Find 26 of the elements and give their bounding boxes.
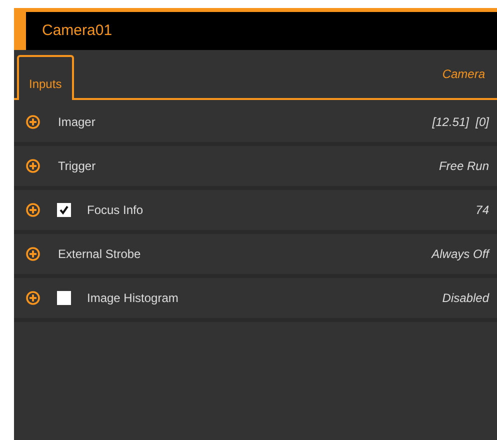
property-value: [12.51] [0] <box>432 114 489 131</box>
property-row[interactable]: Trigger Free Run <box>14 146 497 190</box>
property-row[interactable]: Focus Info 74 <box>14 190 497 234</box>
section-label: Camera <box>442 66 485 83</box>
expand-icon[interactable] <box>26 159 40 173</box>
property-row[interactable]: Image Histogram Disabled <box>14 278 497 322</box>
expand-icon[interactable] <box>26 115 40 129</box>
property-label: Image Histogram <box>87 290 178 307</box>
property-row[interactable]: Imager [12.51] [0] <box>14 102 497 146</box>
check-icon <box>59 205 69 215</box>
property-label: Imager <box>58 114 96 131</box>
property-value: Free Run <box>438 158 489 175</box>
tab[interactable]: Inputs <box>17 55 74 100</box>
expand-icon[interactable] <box>26 291 40 305</box>
property-value: Always Off <box>432 246 489 263</box>
property-value: Disabled <box>442 290 489 307</box>
expand-icon[interactable] <box>26 203 40 217</box>
checkbox[interactable] <box>57 203 71 217</box>
property-label: Trigger <box>58 158 96 175</box>
expand-icon[interactable] <box>26 247 40 261</box>
property-value: 74 <box>476 202 489 219</box>
panel-title: Camera01 <box>42 20 112 41</box>
property-label: External Strobe <box>58 246 141 263</box>
property-row[interactable]: External Strobe Always Off <box>14 234 497 278</box>
checkbox[interactable] <box>57 291 71 305</box>
property-label: Focus Info <box>87 202 144 219</box>
